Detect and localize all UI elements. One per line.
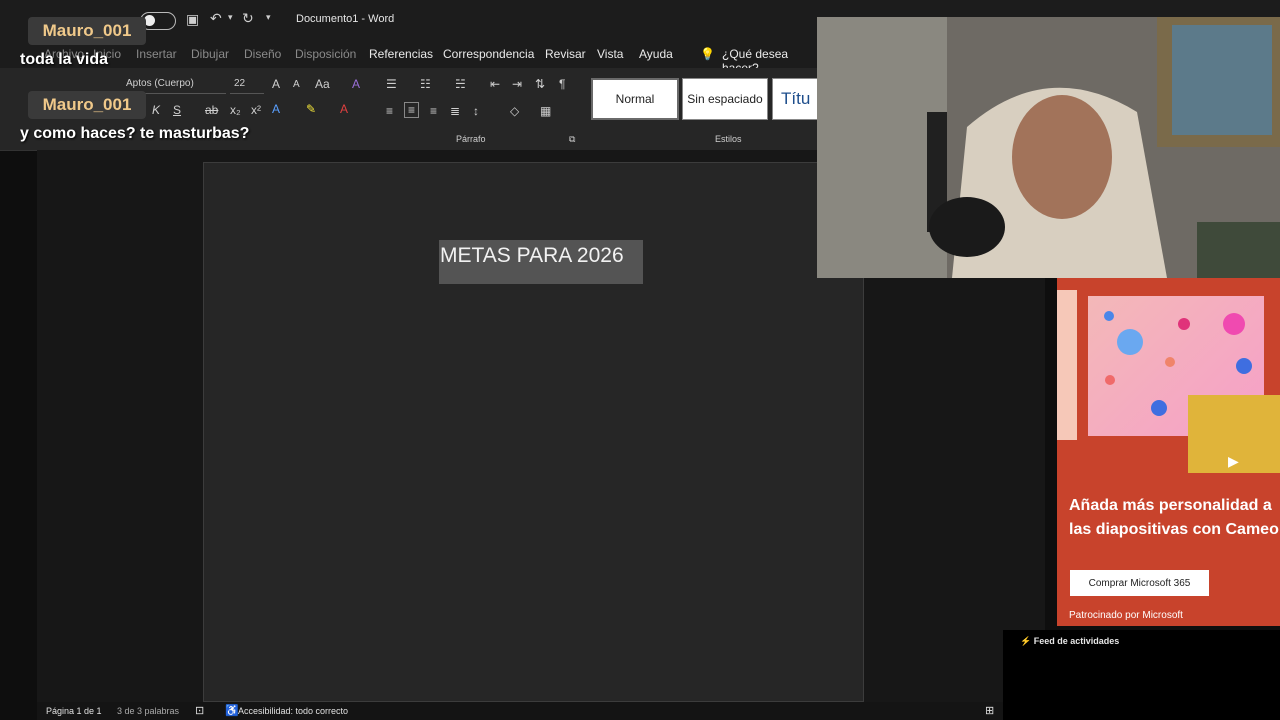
customize-toolbar-icon[interactable]: ▾ <box>266 12 271 23</box>
activity-feed-title: Feed de actividades <box>1033 636 1120 646</box>
webcam-feed <box>817 17 1280 278</box>
ad-headline: Añada más personalidad a las diapositiva… <box>1069 497 1279 538</box>
document-heading[interactable]: METAS PARA 2026 <box>439 240 643 284</box>
shrink-font-icon[interactable]: A <box>293 79 300 90</box>
font-size-box[interactable]: 22 <box>230 76 264 94</box>
italic-icon[interactable]: K <box>152 103 160 117</box>
justify-icon[interactable]: ≣ <box>450 104 460 118</box>
chat-username: Mauro_001 <box>28 91 146 119</box>
bullets-icon[interactable]: ☰ <box>386 77 397 91</box>
paragraph-group-label: Párrafo <box>456 134 486 144</box>
underline-icon[interactable]: S <box>173 103 181 117</box>
paragraph-launcher-icon[interactable]: ⧉ <box>569 134 575 145</box>
align-center-icon[interactable]: ≡ <box>404 102 420 118</box>
activity-feed-label: ⚡ Feed de actividades <box>1020 636 1119 647</box>
tab-revisar[interactable]: Revisar <box>545 47 586 61</box>
ad-slide-thumbnails <box>1057 290 1077 440</box>
buy-microsoft-365-button[interactable]: Comprar Microsoft 365 <box>1070 570 1209 596</box>
change-case-button[interactable]: Aa <box>315 77 330 91</box>
align-left-icon[interactable]: ≡ <box>386 104 393 118</box>
undo-icon[interactable]: ↶ <box>210 10 222 27</box>
cameo-preview: ▶ <box>1188 395 1280 473</box>
multilevel-list-icon[interactable]: ☵ <box>455 77 466 91</box>
strikethrough-icon[interactable]: ab <box>205 103 218 117</box>
accessibility-icon[interactable]: ♿ <box>225 704 239 717</box>
style-titulo[interactable]: Títu <box>772 78 820 120</box>
window-title: Documento1 - Word <box>296 13 395 25</box>
grow-font-icon[interactable]: A <box>272 77 280 91</box>
chat-message: y como haces? te masturbas? <box>20 125 250 142</box>
increase-indent-icon[interactable]: ⇥ <box>512 77 522 91</box>
decrease-indent-icon[interactable]: ⇤ <box>490 77 500 91</box>
borders-icon[interactable]: ▦ <box>540 104 551 118</box>
play-icon[interactable]: ▶ <box>1228 453 1239 470</box>
lightbulb-icon: 💡 <box>700 47 715 61</box>
page-count[interactable]: Página 1 de 1 <box>46 706 102 716</box>
text-effects-icon[interactable]: A <box>272 102 280 116</box>
style-normal[interactable]: Normal <box>591 78 679 120</box>
status-bar: Página 1 de 1 3 de 3 palabras ⊡ ♿ Accesi… <box>37 702 1005 720</box>
styles-group-label: Estilos <box>715 134 742 144</box>
numbering-icon[interactable]: ☷ <box>420 77 431 91</box>
tab-dibujar[interactable]: Dibujar <box>191 47 229 61</box>
tab-diseno[interactable]: Diseño <box>244 47 281 61</box>
chat-username: Mauro_001 <box>28 17 146 45</box>
tab-disposicion[interactable]: Disposición <box>295 47 356 61</box>
show-marks-icon[interactable]: ¶ <box>559 77 565 91</box>
tab-ayuda[interactable]: Ayuda <box>639 47 673 61</box>
tab-referencias[interactable]: Referencias <box>369 47 433 61</box>
save-icon[interactable]: ▣ <box>186 11 199 28</box>
focus-mode-icon[interactable]: ⊞ <box>985 704 994 717</box>
tab-correspondencia[interactable]: Correspondencia <box>443 47 534 61</box>
lightning-icon: ⚡ <box>1020 636 1032 646</box>
style-sin-espaciado[interactable]: Sin espaciado <box>682 78 768 120</box>
align-right-icon[interactable]: ≡ <box>430 104 437 118</box>
clear-format-icon[interactable]: A <box>352 77 360 91</box>
redo-icon[interactable]: ↻ <box>242 10 254 27</box>
ad-sponsor: Patrocinado por Microsoft <box>1069 610 1183 621</box>
word-count[interactable]: 3 de 3 palabras <box>117 706 179 716</box>
chat-message: toda la vida <box>20 51 109 68</box>
font-color-icon[interactable]: A <box>340 102 348 116</box>
undo-dropdown-icon[interactable]: ▾ <box>228 12 233 23</box>
sort-icon[interactable]: ⇅ <box>535 77 545 91</box>
shading-icon[interactable]: ◇ <box>510 104 519 118</box>
superscript-icon[interactable]: x² <box>251 103 261 117</box>
subscript-icon[interactable]: x₂ <box>230 103 241 117</box>
line-spacing-icon[interactable]: ↕ <box>473 104 479 118</box>
tab-vista[interactable]: Vista <box>597 47 623 61</box>
highlight-icon[interactable]: ✎ <box>306 102 316 116</box>
streamer-webcam-image <box>817 17 1280 278</box>
tab-insertar[interactable]: Insertar <box>136 47 177 61</box>
proofing-icon[interactable]: ⊡ <box>195 704 204 717</box>
accessibility-status[interactable]: Accesibilidad: todo correcto <box>238 706 348 716</box>
